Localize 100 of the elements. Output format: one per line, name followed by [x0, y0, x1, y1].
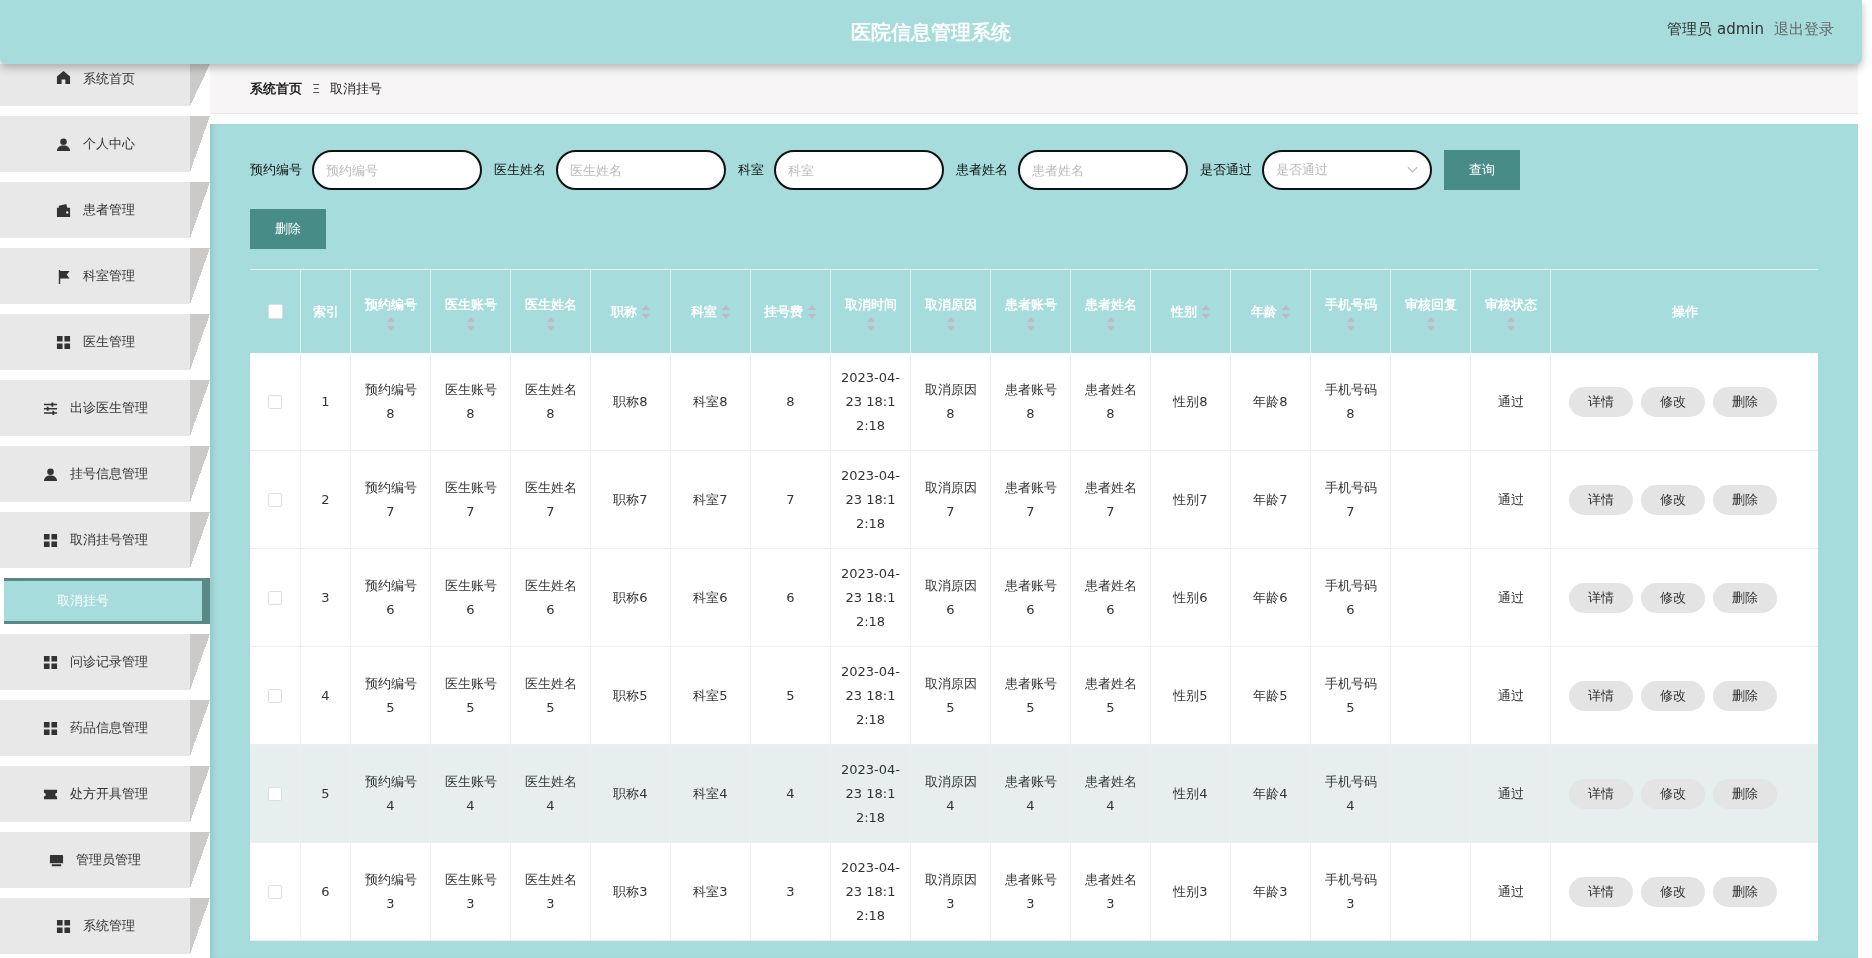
table-row[interactable]: 2 预约编号7 医生账号7 医生姓名7 职称7 科室7 7 2023-04-23 18:12:18 取消原因7 患者账号7 患者姓名7 性别7 年龄7 手机号码7 通过 详情 修改 删除	[250, 451, 1818, 549]
row-checkbox[interactable]	[268, 688, 282, 703]
table-cell-text: 性别8	[1173, 392, 1208, 411]
table-row[interactable]: 5 预约编号4 医生账号4 医生姓名4 职称4 科室4 4 2023-04-23 18:12:18 取消原因4 患者账号4 患者姓名4 性别4 年龄4 手机号码4 通过 详情 修改 删除	[250, 745, 1818, 843]
table-row[interactable]: 3 预约编号6 医生账号6 医生姓名6 职称6 科室6 6 2023-04-23 18:12:18 取消原因6 患者账号6 患者姓名6 性别6 年龄6 手机号码6 通过 详情 修改 删除	[250, 549, 1818, 647]
action-button[interactable]: 删除	[1713, 582, 1777, 613]
sort-icon[interactable]	[545, 316, 556, 331]
table-cell-text: 医生账号5	[443, 674, 498, 717]
table-cell-text: 医生姓名7	[523, 478, 578, 521]
action-button[interactable]: 详情	[1569, 778, 1633, 809]
sort-icon[interactable]	[1425, 316, 1436, 331]
sort-icon[interactable]	[807, 304, 817, 319]
sort-icon[interactable]	[1280, 304, 1291, 319]
menu-item[interactable]: 系统首页	[0, 64, 210, 106]
search-field[interactable]: 预约编号	[312, 150, 482, 190]
logout-link[interactable]: 退出登录	[1774, 20, 1834, 39]
sort-icon[interactable]	[1025, 316, 1036, 331]
search-field[interactable]: 患者姓名	[1018, 150, 1188, 190]
table-cell-text: 手机号码3	[1323, 870, 1378, 913]
table-cell-text: 年龄4	[1253, 784, 1288, 803]
menu-item[interactable]: 药品信息管理	[0, 700, 210, 756]
table-cell-text: 性别3	[1173, 882, 1208, 901]
table-cell-text: 年龄3	[1253, 882, 1288, 901]
menu-item[interactable]: 处方开具管理	[0, 766, 210, 822]
table-cell-text: 科室6	[693, 588, 728, 607]
action-button[interactable]: 详情	[1569, 582, 1633, 613]
table-cell-text: 年龄8	[1253, 392, 1288, 411]
table-row[interactable]: 1 预约编号8 医生账号8 医生姓名8 职称8 科室8 8 2023-04-23 18:12:18 取消原因8 患者账号8 患者姓名8 性别8 年龄8 手机号码8 通过 详情 修改 删除	[250, 353, 1818, 451]
query-button[interactable]: 查询	[1444, 150, 1520, 190]
select-all-checkbox[interactable]	[267, 304, 283, 319]
sort-icon[interactable]	[465, 316, 476, 331]
grid-icon	[55, 918, 71, 934]
menu-item[interactable]: 患者管理	[0, 182, 210, 238]
table-cell-text: 手机号码4	[1323, 772, 1378, 815]
menu-item[interactable]: 出诊医生管理	[0, 380, 210, 436]
sort-icon[interactable]	[385, 316, 396, 331]
action-button[interactable]: 删除	[1713, 680, 1777, 711]
table-cell-text: 科室7	[693, 490, 728, 509]
sort-icon[interactable]	[1505, 316, 1516, 331]
row-checkbox[interactable]	[268, 590, 282, 605]
search-field[interactable]: 科室	[774, 150, 944, 190]
table-cell-text: 职称5	[613, 686, 648, 705]
sort-icon[interactable]	[1105, 316, 1116, 331]
row-checkbox[interactable]	[268, 394, 282, 409]
table-cell-text: 科室5	[693, 686, 728, 705]
table-cell-text: 取消原因7	[923, 478, 978, 521]
menu-item[interactable]: 问诊记录管理	[0, 634, 210, 690]
table-cell-text: 患者账号5	[1003, 674, 1058, 717]
action-button[interactable]: 删除	[1713, 778, 1777, 809]
row-checkbox[interactable]	[268, 786, 282, 801]
menu-item[interactable]: 挂号信息管理	[0, 446, 210, 502]
menu-item[interactable]: 管理员管理	[0, 832, 210, 888]
table-cell-text: 患者姓名7	[1083, 478, 1138, 521]
action-button[interactable]: 详情	[1569, 680, 1633, 711]
action-button[interactable]: 删除	[1713, 876, 1777, 907]
table-cell-text: 5	[321, 784, 330, 803]
action-button[interactable]: 修改	[1641, 876, 1705, 907]
sort-icon[interactable]	[865, 316, 876, 331]
row-checkbox[interactable]	[268, 492, 282, 507]
table-cell-text: 科室8	[693, 392, 728, 411]
action-button[interactable]: 详情	[1569, 386, 1633, 417]
action-button[interactable]: 详情	[1569, 876, 1633, 907]
menu-item[interactable]: 科室管理	[0, 248, 210, 304]
table-cell-text: 医生姓名4	[523, 772, 578, 815]
action-button[interactable]: 详情	[1569, 484, 1633, 515]
action-button[interactable]: 修改	[1641, 582, 1705, 613]
table-cell-text: 2023-04-23 18:12:18	[841, 368, 900, 435]
menu-item[interactable]: 系统管理	[0, 898, 210, 954]
row-checkbox[interactable]	[268, 884, 282, 899]
sort-icon[interactable]	[640, 304, 651, 319]
menu-item[interactable]: 取消挂号管理	[0, 512, 210, 568]
action-button[interactable]: 修改	[1641, 386, 1705, 417]
action-button[interactable]: 修改	[1641, 778, 1705, 809]
table-row[interactable]: 6 预约编号3 医生账号3 医生姓名3 职称3 科室3 3 2023-04-23 18:12:18 取消原因3 患者账号3 患者姓名3 性别3 年龄3 手机号码3 通过 详情 修改 删除	[250, 843, 1818, 941]
menu-item[interactable]: 个人中心	[0, 116, 210, 172]
table-cell-text: 通过	[1497, 490, 1524, 509]
table-cell-text: 科室4	[693, 784, 728, 803]
sort-icon[interactable]	[1200, 304, 1211, 319]
table-cell-text: 2023-04-23 18:12:18	[841, 466, 900, 533]
table-cell-text: 职称3	[613, 882, 648, 901]
table-cell-text: 预约编号3	[363, 870, 418, 913]
table-cell-text: 2023-04-23 18:12:18	[841, 564, 900, 631]
table-cell-text: 2023-04-23 18:12:18	[841, 858, 900, 925]
table-cell-text: 职称6	[613, 588, 648, 607]
search-field[interactable]: 医生姓名	[556, 150, 726, 190]
breadcrumb-link[interactable]: 系统首页	[250, 79, 302, 98]
sort-icon[interactable]	[945, 316, 956, 331]
sort-icon[interactable]	[720, 304, 731, 319]
action-button[interactable]: 修改	[1641, 680, 1705, 711]
breadcrumb-current: 取消挂号	[330, 79, 383, 98]
action-button[interactable]: 删除	[1713, 386, 1777, 417]
action-button[interactable]: 修改	[1641, 484, 1705, 515]
menu-item[interactable]: 医生管理	[0, 314, 210, 370]
table-cell-text: 预约编号6	[363, 576, 418, 619]
delete-button[interactable]: 删除	[250, 209, 326, 249]
table-cell-text: 2023-04-23 18:12:18	[841, 662, 900, 729]
table-cell-text: 取消原因8	[923, 380, 978, 423]
table-cell-text: 取消原因5	[923, 674, 978, 717]
action-button[interactable]: 删除	[1713, 484, 1777, 515]
sort-icon[interactable]	[1345, 316, 1356, 331]
